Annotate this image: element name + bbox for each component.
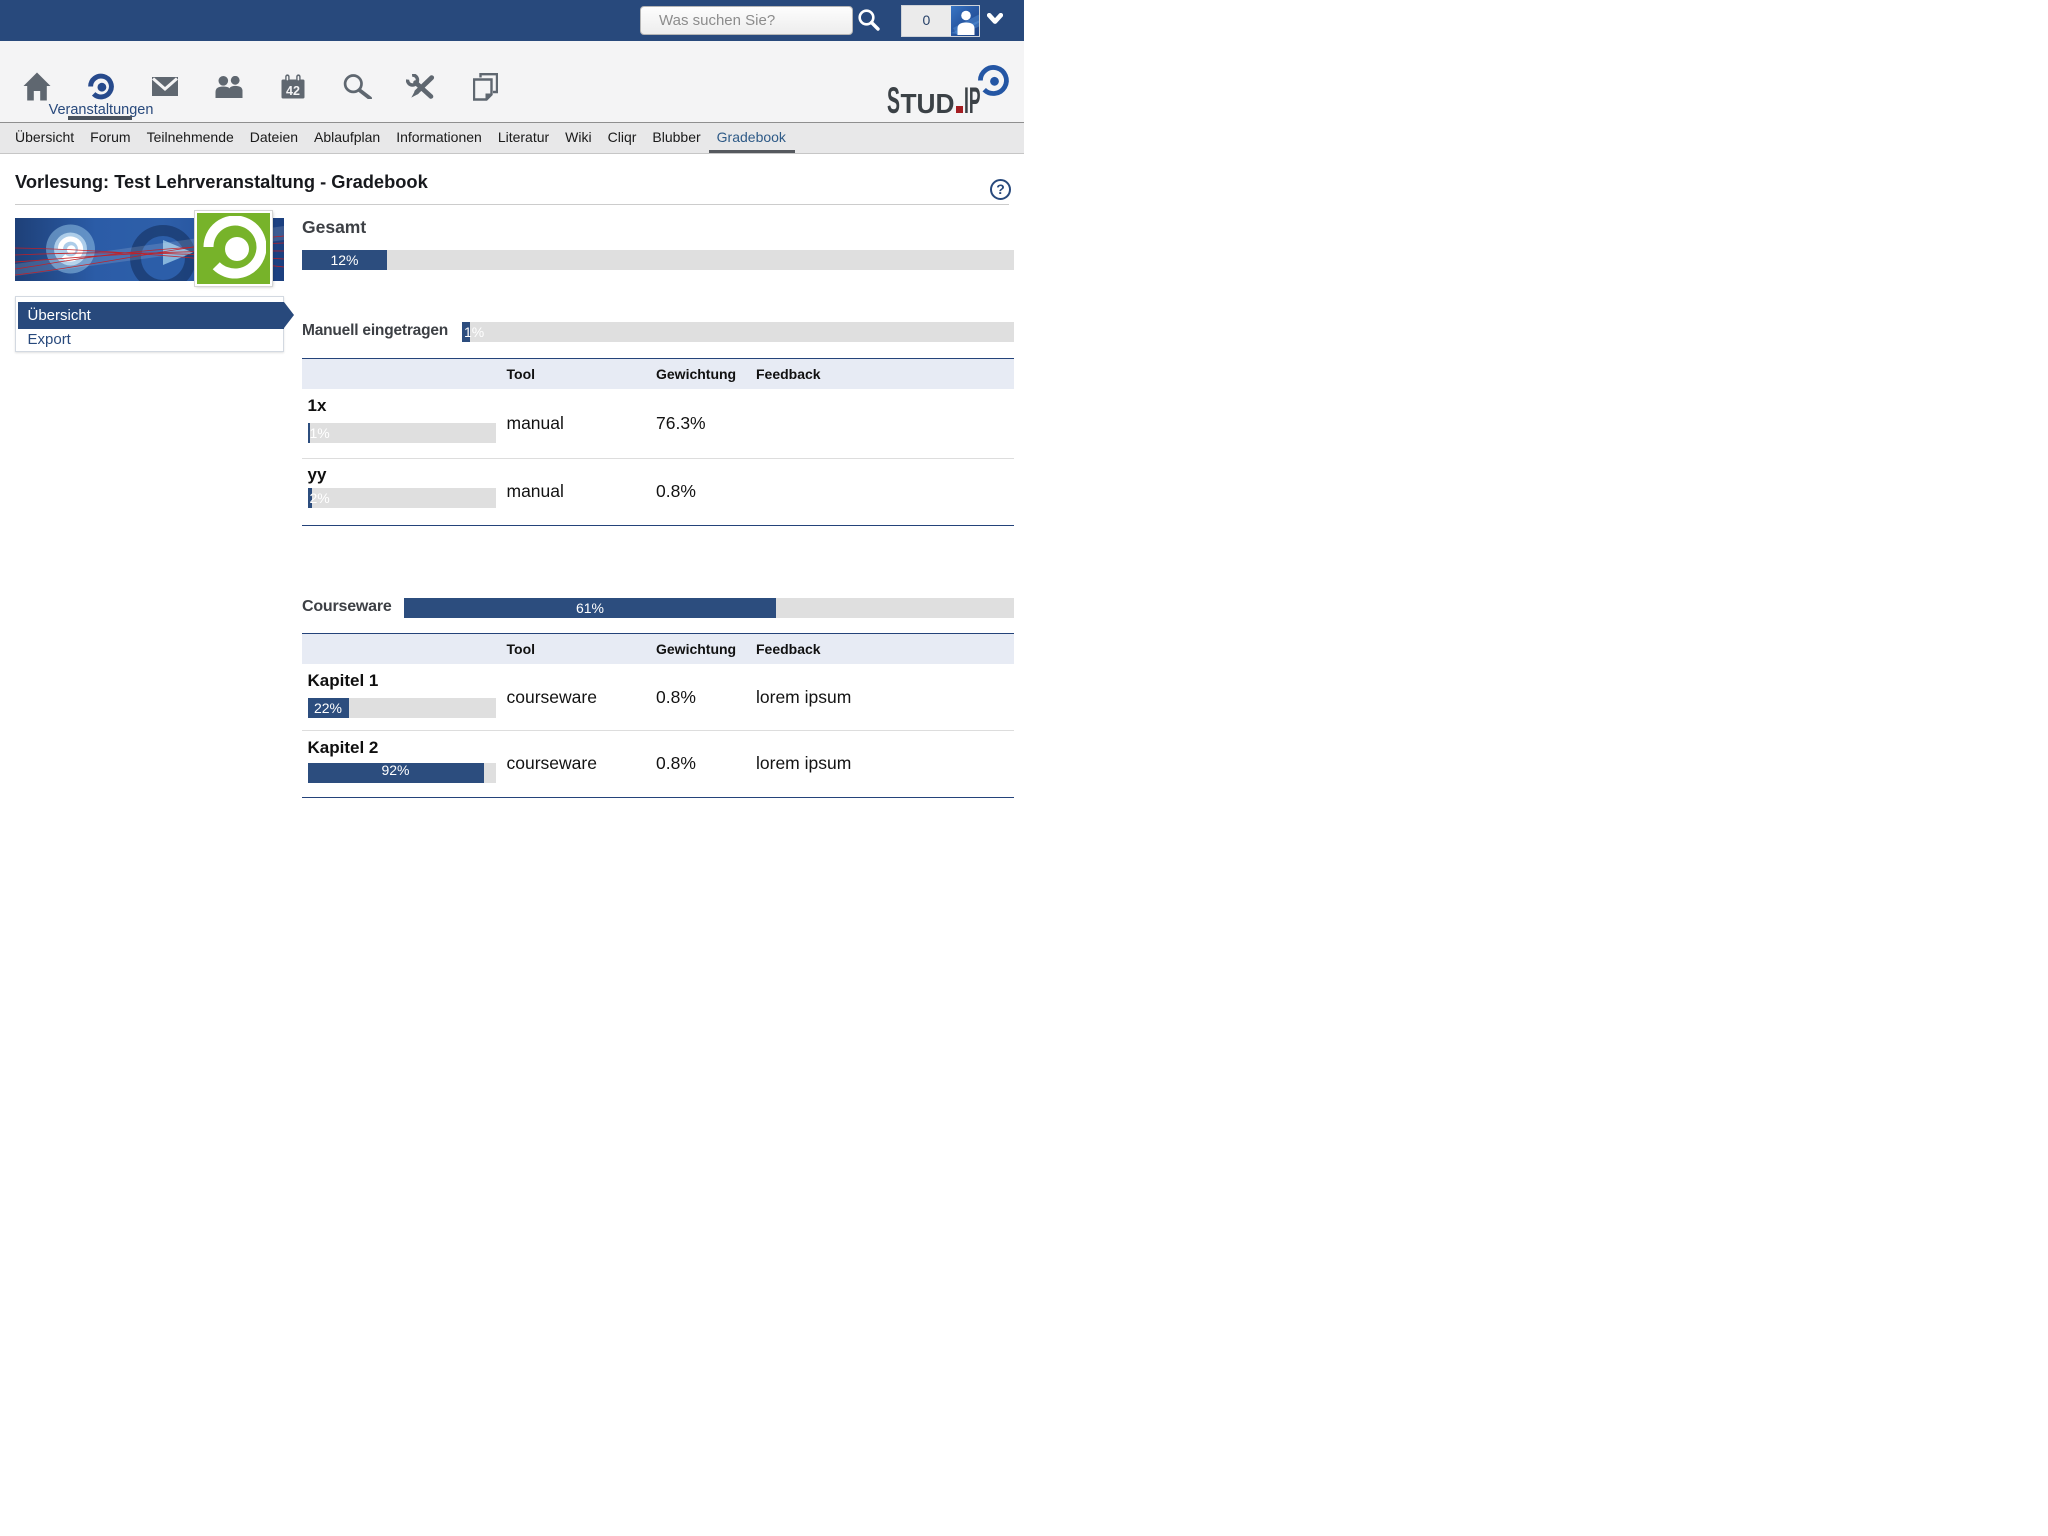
svg-text:42: 42: [286, 84, 300, 98]
svg-text:IP: IP: [964, 80, 981, 121]
svg-text:S: S: [887, 80, 900, 121]
svg-text:TUD: TUD: [901, 88, 955, 119]
